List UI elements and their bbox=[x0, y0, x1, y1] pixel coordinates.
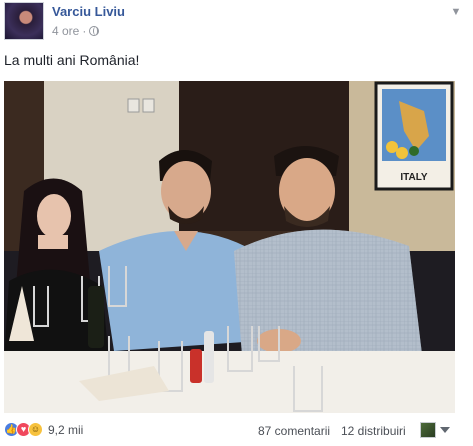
globe-icon bbox=[89, 26, 100, 36]
comments-count[interactable]: 87 comentarii bbox=[258, 424, 330, 438]
reactions-summary[interactable]: 👍 ♥ ☺ 9,2 mii bbox=[4, 422, 83, 437]
poster-label: ITALY bbox=[400, 172, 428, 183]
caret-down-icon[interactable] bbox=[440, 427, 450, 433]
italy-poster: ITALY bbox=[374, 81, 454, 191]
photo-illustration: ITALY bbox=[4, 81, 455, 413]
share-as-avatar[interactable] bbox=[420, 422, 436, 438]
meta-separator: · bbox=[82, 24, 87, 38]
author-avatar[interactable] bbox=[4, 2, 44, 40]
post-time[interactable]: 4 ore bbox=[52, 24, 79, 38]
post-text: La multi ani România! bbox=[4, 52, 140, 68]
chevron-down-icon[interactable]: ▼ bbox=[449, 6, 463, 18]
post-photo[interactable]: ITALY bbox=[4, 81, 455, 413]
post-header: Varciu Liviu 4 ore · ▼ bbox=[4, 2, 469, 42]
post-footer: 👍 ♥ ☺ 9,2 mii 87 comentarii 12 distribui… bbox=[0, 422, 473, 444]
reaction-count[interactable]: 9,2 mii bbox=[48, 423, 83, 437]
facebook-post: Varciu Liviu 4 ore · ▼ La multi ani Româ… bbox=[0, 0, 473, 446]
shares-count[interactable]: 12 distribuiri bbox=[341, 424, 406, 438]
haha-reaction-icon: ☺ bbox=[28, 422, 43, 437]
author-name[interactable]: Varciu Liviu bbox=[52, 4, 125, 19]
post-meta: 4 ore · bbox=[52, 24, 100, 38]
